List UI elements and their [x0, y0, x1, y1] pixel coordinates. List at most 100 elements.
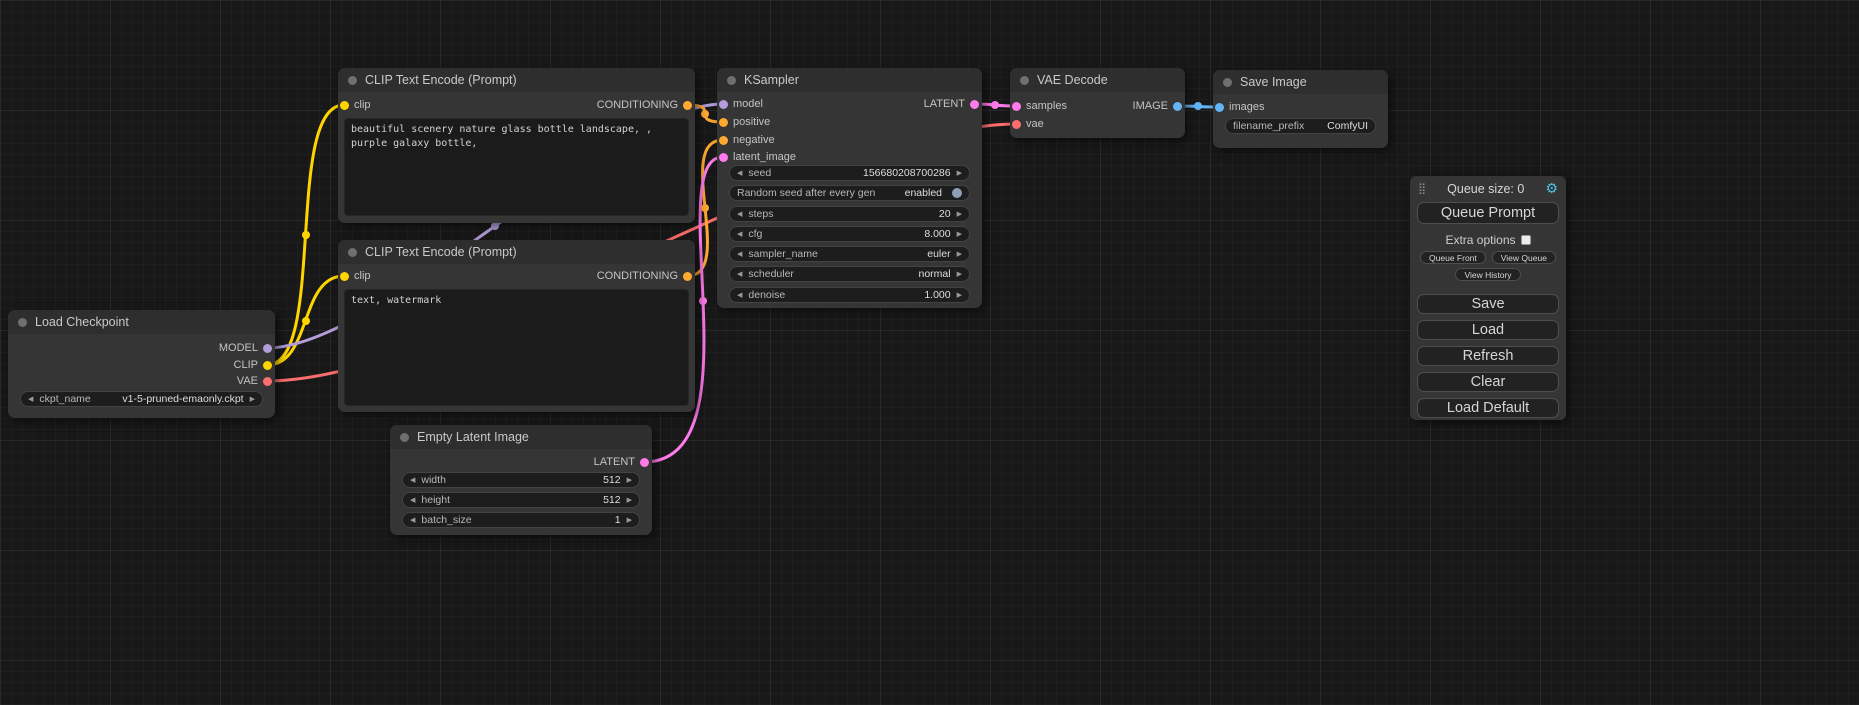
queue-size-label: Queue size: 0	[1426, 182, 1545, 196]
decrement-arrow-icon[interactable]: ◀	[410, 497, 415, 504]
input-dot-vae[interactable]	[1012, 120, 1021, 129]
node-title: CLIP Text Encode (Prompt)	[365, 73, 517, 87]
widget-ckpt-name[interactable]: ◀ ckpt_name v1-5-pruned-emaonly.ckpt ▶	[20, 391, 263, 407]
widget-sampler-name[interactable]: ◀ sampler_name euler ▶	[729, 246, 970, 262]
node-clip-text-encode-positive[interactable]: CLIP Text Encode (Prompt) clip CONDITION…	[338, 68, 695, 223]
decrement-arrow-icon[interactable]: ◀	[737, 231, 742, 238]
load-button[interactable]: Load	[1417, 320, 1559, 340]
node-title: CLIP Text Encode (Prompt)	[365, 245, 517, 259]
increment-arrow-icon[interactable]: ▶	[957, 170, 962, 177]
queue-prompt-button[interactable]: Queue Prompt	[1417, 202, 1559, 224]
output-dot-latent[interactable]	[970, 100, 979, 109]
queue-front-button[interactable]: Queue Front	[1420, 251, 1486, 264]
increment-arrow-icon[interactable]: ▶	[957, 271, 962, 278]
increment-arrow-icon[interactable]: ▶	[957, 292, 962, 299]
collapse-dot[interactable]	[727, 76, 736, 85]
collapse-dot[interactable]	[18, 318, 27, 327]
decrement-arrow-icon[interactable]: ◀	[737, 170, 742, 177]
wire-midpoint-dot	[1194, 102, 1202, 110]
settings-gear-icon[interactable]: ⚙	[1545, 180, 1558, 197]
collapse-dot[interactable]	[400, 433, 409, 442]
output-dot-latent[interactable]	[640, 458, 649, 467]
decrement-arrow-icon[interactable]: ◀	[737, 251, 742, 258]
negative-prompt-textarea[interactable]: text, watermark	[344, 289, 689, 406]
node-title-bar[interactable]: Save Image	[1213, 70, 1388, 94]
input-dot-model[interactable]	[719, 100, 728, 109]
decrement-arrow-icon[interactable]: ◀	[737, 292, 742, 299]
wire-midpoint-dot	[701, 204, 709, 212]
node-graph-canvas[interactable]: Load Checkpoint MODEL CLIP VAE ◀ ckpt_na…	[0, 0, 1859, 705]
output-dot-conditioning[interactable]	[683, 272, 692, 281]
input-dot-positive[interactable]	[719, 118, 728, 127]
output-dot-model[interactable]	[263, 344, 272, 353]
node-title-bar[interactable]: CLIP Text Encode (Prompt)	[338, 68, 695, 92]
input-dot-samples[interactable]	[1012, 102, 1021, 111]
refresh-button[interactable]: Refresh	[1417, 346, 1559, 366]
collapse-dot[interactable]	[1020, 76, 1029, 85]
increment-arrow-icon[interactable]: ▶	[627, 517, 632, 524]
widget-height[interactable]: ◀ height 512 ▶	[402, 492, 640, 508]
increment-arrow-icon[interactable]: ▶	[957, 231, 962, 238]
node-ksampler[interactable]: KSampler model LATENT positive negative …	[717, 68, 982, 308]
widget-cfg[interactable]: ◀ cfg 8.000 ▶	[729, 226, 970, 242]
node-title-bar[interactable]: Load Checkpoint	[8, 310, 275, 334]
toggle-dot[interactable]	[952, 188, 962, 198]
node-clip-text-encode-negative[interactable]: CLIP Text Encode (Prompt) clip CONDITION…	[338, 240, 695, 412]
slot-label: negative	[733, 134, 775, 146]
collapse-dot[interactable]	[1223, 78, 1232, 87]
widget-width[interactable]: ◀ width 512 ▶	[402, 472, 640, 488]
decrement-arrow-icon[interactable]: ◀	[737, 271, 742, 278]
collapse-dot[interactable]	[348, 76, 357, 85]
input-dot-clip[interactable]	[340, 101, 349, 110]
input-dot-negative[interactable]	[719, 136, 728, 145]
increment-arrow-icon[interactable]: ▶	[627, 477, 632, 484]
output-slot-conditioning: CONDITIONING	[499, 97, 695, 113]
output-dot-vae[interactable]	[263, 377, 272, 386]
widget-batch-size[interactable]: ◀ batch_size 1 ▶	[402, 512, 640, 528]
decrement-arrow-icon[interactable]: ◀	[410, 517, 415, 524]
output-dot-image[interactable]	[1173, 102, 1182, 111]
widget-value: v1-5-pruned-emaonly.ckpt	[122, 393, 243, 405]
input-dot-images[interactable]	[1215, 103, 1224, 112]
slot-label: CONDITIONING	[597, 270, 678, 282]
output-dot-clip[interactable]	[263, 361, 272, 370]
node-title-bar[interactable]: CLIP Text Encode (Prompt)	[338, 240, 695, 264]
node-empty-latent-image[interactable]: Empty Latent Image LATENT ◀ width 512 ▶ …	[390, 425, 652, 535]
collapse-dot[interactable]	[348, 248, 357, 257]
queue-small-buttons-row: Queue Front View Queue	[1410, 251, 1566, 264]
clear-button[interactable]: Clear	[1417, 372, 1559, 392]
widget-filename-prefix[interactable]: filename_prefix ComfyUI	[1225, 118, 1376, 134]
extra-options-checkbox[interactable]	[1521, 235, 1531, 245]
node-save-image[interactable]: Save Image images filename_prefix ComfyU…	[1213, 70, 1388, 148]
wire-midpoint-dot	[699, 297, 707, 305]
node-load-checkpoint[interactable]: Load Checkpoint MODEL CLIP VAE ◀ ckpt_na…	[8, 310, 275, 418]
view-history-button[interactable]: View History	[1455, 268, 1520, 281]
widget-denoise[interactable]: ◀ denoise 1.000 ▶	[729, 287, 970, 303]
output-dot-conditioning[interactable]	[683, 101, 692, 110]
increment-arrow-icon[interactable]: ▶	[957, 251, 962, 258]
save-button[interactable]: Save	[1417, 294, 1559, 314]
view-queue-button[interactable]: View Queue	[1492, 251, 1556, 264]
widget-label: height	[421, 494, 450, 506]
node-title: Load Checkpoint	[35, 315, 129, 329]
node-title-bar[interactable]: VAE Decode	[1010, 68, 1185, 92]
slot-label: vae	[1026, 118, 1044, 130]
decrement-arrow-icon[interactable]: ◀	[737, 211, 742, 218]
input-dot-latent-image[interactable]	[719, 153, 728, 162]
decrement-arrow-icon[interactable]: ◀	[410, 477, 415, 484]
widget-random-seed-toggle[interactable]: Random seed after every gen enabled	[729, 185, 970, 201]
decrement-arrow-icon[interactable]: ◀	[28, 396, 33, 403]
drag-handle-icon[interactable]: ⣿	[1418, 182, 1426, 195]
increment-arrow-icon[interactable]: ▶	[957, 211, 962, 218]
increment-arrow-icon[interactable]: ▶	[627, 497, 632, 504]
load-default-button[interactable]: Load Default	[1417, 398, 1559, 418]
increment-arrow-icon[interactable]: ▶	[250, 396, 255, 403]
widget-scheduler[interactable]: ◀ scheduler normal ▶	[729, 266, 970, 282]
widget-steps[interactable]: ◀ steps 20 ▶	[729, 206, 970, 222]
node-title-bar[interactable]: Empty Latent Image	[390, 425, 652, 449]
node-title-bar[interactable]: KSampler	[717, 68, 982, 92]
input-dot-clip[interactable]	[340, 272, 349, 281]
positive-prompt-textarea[interactable]: beautiful scenery nature glass bottle la…	[344, 118, 689, 216]
node-vae-decode[interactable]: VAE Decode samples IMAGE vae	[1010, 68, 1185, 138]
widget-seed[interactable]: ◀ seed 156680208700286 ▶	[729, 165, 970, 181]
